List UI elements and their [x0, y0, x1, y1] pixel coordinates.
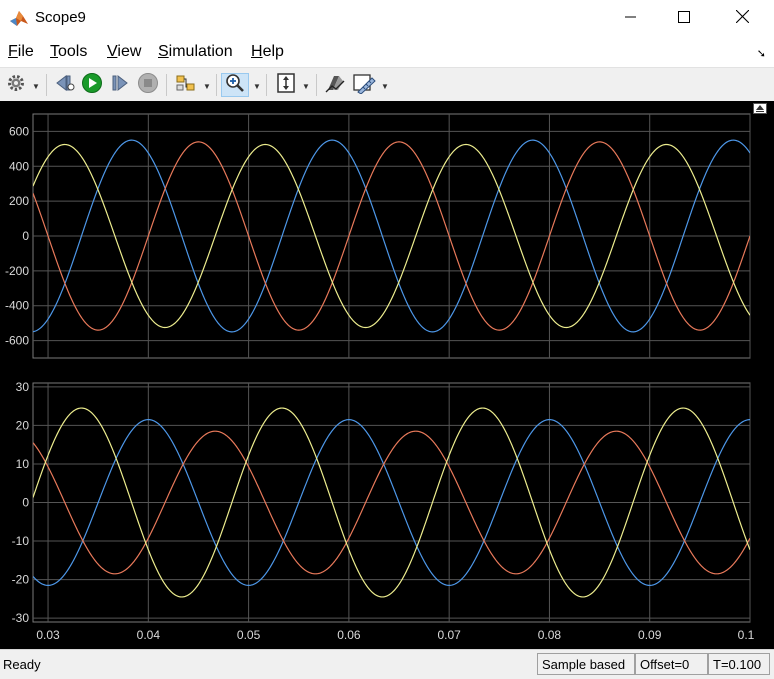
style-button[interactable]: [323, 73, 347, 97]
minimize-button[interactable]: [605, 0, 657, 37]
x-tick-label: 0.04: [137, 628, 161, 642]
title-bar[interactable]: Scope9: [0, 0, 774, 37]
measurement-ruler-icon: [352, 72, 376, 99]
highlight-block-dropdown-icon[interactable]: ▼: [203, 82, 211, 91]
x-tick-label: 0.1: [738, 628, 755, 642]
status-sample-mode: Sample based: [537, 653, 635, 675]
y-tick-label: -20: [12, 573, 30, 587]
step-back-icon: [54, 73, 76, 98]
menu-help-mnemonic: H: [251, 43, 263, 60]
y-tick-label: -30: [12, 611, 30, 625]
step-back-button[interactable]: [54, 73, 76, 97]
scope-display: -600 -400 -200 0 200 400 600 -30 -20 -10 0 10 20 30 0.…: [0, 101, 774, 649]
menu-tools-mnemonic: T: [50, 43, 58, 60]
menu-view-mnemonic: V: [107, 43, 118, 60]
toolbar-separator: [166, 74, 167, 96]
y-tick-label: 600: [9, 124, 29, 138]
menu-view[interactable]: View: [107, 43, 141, 61]
style-icon: [324, 72, 346, 99]
toolbar-separator: [216, 74, 217, 96]
y-tick-label: 0: [22, 496, 29, 510]
status-time: T=0.100: [708, 653, 770, 675]
run-button[interactable]: [80, 72, 104, 99]
menu-help-label: elp: [262, 43, 284, 60]
status-offset: Offset=0: [635, 653, 708, 675]
y-tick-label: -400: [5, 299, 29, 313]
menu-file[interactable]: File: [8, 43, 34, 61]
minimize-icon: [625, 10, 637, 28]
toolbar-separator: [46, 74, 47, 96]
y-tick-label: 200: [9, 194, 29, 208]
menu-file-label: ile: [17, 43, 34, 60]
y-tick-label: 0: [22, 229, 29, 243]
y-tick-label: 400: [9, 159, 29, 173]
measurements-dropdown-icon[interactable]: ▼: [381, 82, 389, 91]
y-tick-label: 10: [16, 457, 30, 471]
zoom-dropdown-icon[interactable]: ▼: [253, 82, 261, 91]
zoom-in-button[interactable]: [221, 73, 249, 97]
maximize-icon: [678, 10, 690, 28]
x-tick-label: 0.06: [337, 628, 361, 642]
settings-button[interactable]: [5, 73, 27, 97]
menu-tools-label: ools: [58, 43, 88, 60]
step-forward-icon: [109, 73, 131, 98]
x-tick-label: 0.03: [36, 628, 60, 642]
toolbar-separator: [266, 74, 267, 96]
x-tick-label: 0.09: [638, 628, 662, 642]
menu-file-mnemonic: F: [8, 43, 18, 60]
matlab-logo-icon: [9, 8, 29, 28]
y-tick-label: 20: [16, 418, 30, 432]
y-tick-label: -10: [12, 534, 30, 548]
scope-plots: -600 -400 -200 0 200 400 600 -30 -20 -10 0 10 20 30 0.…: [5, 113, 755, 642]
window-title: Scope9: [35, 9, 86, 26]
menu-dock-arrow-icon[interactable]: ➘: [757, 47, 766, 60]
menu-view-label: iew: [117, 43, 142, 60]
menu-help[interactable]: Help: [251, 43, 284, 61]
restore-layout-button[interactable]: [753, 103, 767, 114]
menu-tools[interactable]: Tools: [50, 43, 87, 61]
x-tick-label: 0.05: [237, 628, 261, 642]
settings-gear-icon: [6, 73, 26, 98]
menu-simulation[interactable]: Simulation: [158, 43, 233, 61]
measurements-button[interactable]: [351, 73, 377, 97]
y-tick-label: -200: [5, 264, 29, 278]
zoom-in-icon: [225, 73, 245, 98]
close-icon: [735, 9, 749, 28]
stop-icon: [137, 72, 159, 99]
x-tick-label: 0.07: [437, 628, 461, 642]
step-forward-button[interactable]: [109, 73, 131, 97]
highlight-block-button[interactable]: [174, 73, 198, 97]
maximize-button[interactable]: [658, 0, 710, 37]
status-ready-text: Ready: [3, 657, 41, 672]
y-tick-label: 30: [16, 380, 30, 394]
run-icon: [81, 72, 103, 99]
y-tick-label: -600: [5, 334, 29, 348]
settings-dropdown-icon[interactable]: ▼: [32, 82, 40, 91]
menu-simulation-label: imulation: [168, 43, 233, 60]
restore-layout-icon: [754, 104, 766, 113]
status-bar: Ready Sample based Offset=0 T=0.100: [0, 649, 774, 679]
scale-axes-icon: [276, 72, 296, 99]
highlight-simulink-block-icon: [175, 73, 197, 98]
stop-button[interactable]: [137, 72, 159, 99]
menu-bar: File Tools View Simulation Help ➘: [0, 37, 774, 67]
toolbar-separator: [316, 74, 317, 96]
x-tick-label: 0.08: [538, 628, 562, 642]
close-button[interactable]: [716, 0, 768, 37]
scale-axes-button[interactable]: [274, 72, 298, 99]
menu-simulation-mnemonic: S: [158, 43, 169, 60]
scale-axes-dropdown-icon[interactable]: ▼: [302, 82, 310, 91]
toolbar: ▼ ▼ ▼ ▼ ▼: [0, 67, 774, 102]
